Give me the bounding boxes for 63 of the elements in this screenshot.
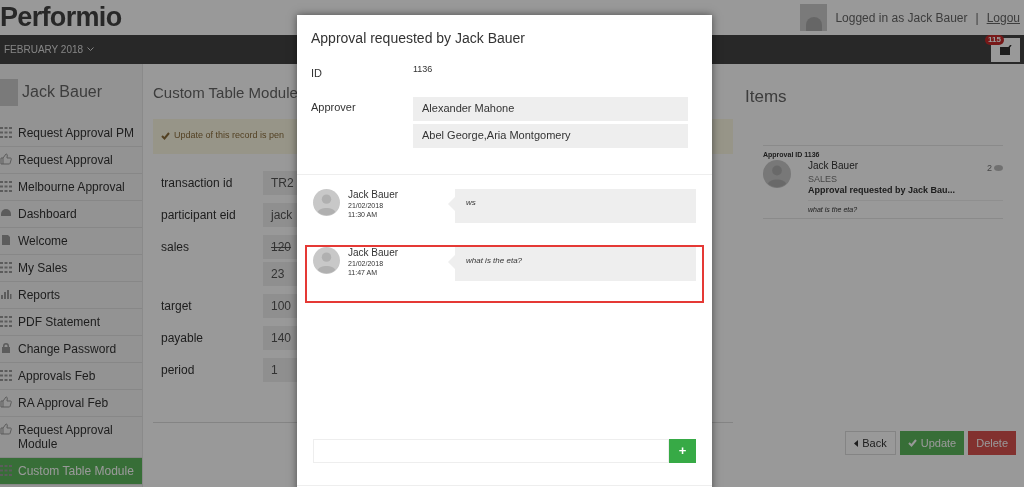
grid-icon xyxy=(0,180,12,192)
sidebar-item[interactable]: Approvals Feb xyxy=(0,363,142,390)
check-icon xyxy=(907,439,917,447)
field-label: payable xyxy=(160,329,205,347)
logout-link[interactable]: Logou xyxy=(986,8,1020,27)
field-label: transaction id xyxy=(160,174,234,192)
field-label: participant eid xyxy=(160,206,237,224)
message-text: ws xyxy=(466,197,476,207)
sidebar-user-name: Jack Bauer xyxy=(22,82,103,102)
back-button[interactable]: Back xyxy=(845,431,896,455)
card-role: SALES xyxy=(808,174,839,185)
notification-badge: 115 xyxy=(985,34,1004,45)
user-avatar xyxy=(800,4,828,31)
id-value: 1136 xyxy=(413,63,433,76)
sidebar-item[interactable]: Reports xyxy=(0,282,142,309)
card-name: Jack Bauer xyxy=(808,160,859,173)
page-title: Custom Table Module xyxy=(153,83,299,103)
period-dropdown[interactable]: FEBRUARY 2018 xyxy=(4,42,95,57)
chevron-down-icon xyxy=(87,47,95,52)
logged-in-text: Logged in as Jack Bauer xyxy=(835,9,968,27)
caret-left-icon xyxy=(854,439,859,447)
sidebar-item[interactable]: Request Approval PM xyxy=(0,120,142,147)
field-label: target xyxy=(160,297,193,315)
grid-icon xyxy=(0,261,12,273)
user-avatar xyxy=(0,78,18,106)
thumbs-up-icon xyxy=(0,396,12,408)
grid-icon xyxy=(0,464,12,476)
comment-count: 2 xyxy=(987,163,992,174)
approver-field: Abel George,Aria Montgomery xyxy=(413,123,688,148)
sidebar-item[interactable]: PDF Statement xyxy=(0,309,142,336)
comment-icon xyxy=(994,165,1003,172)
sidebar-item[interactable]: My Sales xyxy=(0,255,142,282)
field-label: sales xyxy=(160,238,190,256)
check-icon xyxy=(161,132,170,140)
separator-text: | xyxy=(975,9,979,27)
thumbs-up-icon xyxy=(0,423,12,435)
sidebar-item[interactable]: Melbourne Approval xyxy=(0,174,142,201)
sidebar-item[interactable]: RA Approval Feb xyxy=(0,390,142,417)
grid-icon xyxy=(0,369,12,381)
logo: Performio xyxy=(0,4,122,31)
card-subject: Approval requested by Jack Bau... xyxy=(808,185,957,196)
id-label: ID xyxy=(311,66,323,81)
approver-field: Alexander Mahone xyxy=(413,96,688,121)
avatar-icon xyxy=(313,246,340,274)
modal-title: Approval requested by Jack Bauer xyxy=(310,29,526,48)
lock-icon xyxy=(0,342,12,354)
grid-icon xyxy=(0,315,12,327)
field-label: period xyxy=(160,361,196,379)
file-icon xyxy=(0,234,12,246)
message-input[interactable] xyxy=(313,439,669,463)
message-text: what is the eta? xyxy=(466,255,523,265)
bar-chart-icon xyxy=(0,288,12,300)
delete-button[interactable]: Delete xyxy=(968,431,1016,455)
sidebar-item[interactable]: Request Approval xyxy=(0,147,142,174)
dashboard-icon xyxy=(0,207,12,219)
avatar-icon xyxy=(313,188,340,216)
avatar-icon xyxy=(763,160,791,188)
items-title: Items xyxy=(745,86,788,108)
grid-icon xyxy=(0,126,12,138)
approver-label: Approver xyxy=(311,99,357,115)
add-button[interactable]: + xyxy=(669,439,696,463)
thumbs-up-icon xyxy=(0,153,12,165)
inbox-icon xyxy=(999,44,1012,55)
